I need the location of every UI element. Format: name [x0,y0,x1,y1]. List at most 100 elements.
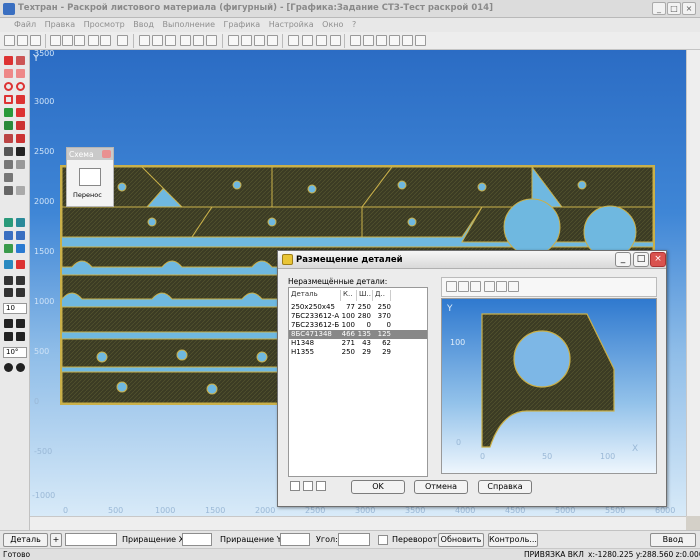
arrow-down-icon[interactable] [16,332,25,341]
open-icon[interactable] [17,35,28,46]
text-a-icon[interactable] [16,147,25,156]
horizontal-scrollbar[interactable] [30,516,686,530]
angle-input[interactable] [338,533,370,546]
circle-2-tool-icon[interactable] [16,82,25,91]
preview-zoom-fit-icon[interactable] [470,281,481,292]
point-tool-icon[interactable] [4,56,13,65]
shape-2-icon[interactable] [16,121,25,130]
detail-add-button[interactable]: + [50,533,62,547]
arrange-icon[interactable] [4,244,13,253]
cut-icon[interactable] [50,35,61,46]
circle-tool-icon[interactable] [4,82,13,91]
point-icon[interactable] [288,35,299,46]
preview-copy-icon[interactable] [484,281,495,292]
arrow-left-icon[interactable] [4,319,13,328]
flip-label[interactable]: Переворот [392,534,437,546]
col-k[interactable]: К.. [341,290,357,301]
menu-file[interactable]: Файл [0,18,39,29]
zoom-in-icon[interactable] [139,35,150,46]
vertical-scrollbar[interactable] [686,50,700,516]
align-top-icon[interactable] [4,288,13,297]
table-row[interactable]: 7БС233612-Б 100 0 0 [289,321,427,330]
menu-edit[interactable]: Правка [42,18,78,29]
col-detail[interactable]: Деталь [289,290,341,301]
menu-run[interactable]: Выполнение [159,18,218,29]
copy-view-icon[interactable] [193,35,204,46]
zoom-out-icon[interactable] [152,35,163,46]
ok-button[interactable]: OK [351,480,405,494]
dialog-close-button[interactable]: × [650,252,666,267]
zoom-window-icon[interactable] [165,35,176,46]
table-row[interactable]: Н1355 250 29 29 [289,348,427,357]
arrange-2-icon[interactable] [16,244,25,253]
fill-tool-icon[interactable] [16,95,25,104]
align-left-icon[interactable] [4,276,13,285]
close-button[interactable]: × [682,2,696,15]
undo-icon[interactable] [4,186,13,195]
menu-window[interactable]: Окно [319,18,346,29]
mark-icon[interactable] [16,134,25,143]
angle-mode-icon[interactable] [316,481,326,491]
detail-select[interactable] [65,533,117,546]
schema-close-icon[interactable] [102,150,111,158]
maximize-button[interactable]: □ [667,2,681,15]
transfer-icon[interactable] [79,168,101,186]
snap-icon[interactable] [316,35,327,46]
copy-icon[interactable] [62,35,73,46]
place-mode-icon[interactable] [303,481,313,491]
paste-icon[interactable] [74,35,85,46]
menu-settings[interactable]: Настройка [266,18,317,29]
axes-icon[interactable] [330,35,341,46]
parallel-line-icon[interactable] [16,69,25,78]
menu-help[interactable]: ? [349,18,359,29]
align-bottom-icon[interactable] [16,288,25,297]
rect-tool-icon[interactable] [4,95,13,104]
flag-icon[interactable] [16,260,25,269]
text-icon[interactable] [363,35,374,46]
enter-button[interactable]: Ввод [650,533,696,547]
update-button[interactable]: Обновить [438,533,484,547]
preview-view-icon[interactable] [508,281,519,292]
contour-2-icon[interactable] [16,108,25,117]
layers-icon[interactable] [180,35,191,46]
increment-y-input[interactable] [280,533,310,546]
text-5-icon[interactable] [415,35,426,46]
text-2-icon[interactable] [376,35,387,46]
menu-view[interactable]: Просмотр [81,18,128,29]
rotate-cw-icon[interactable] [16,363,25,372]
new-icon[interactable] [4,35,15,46]
redo-icon[interactable] [16,186,25,195]
align-right-icon[interactable] [16,276,25,285]
detail-button[interactable]: Деталь [3,533,48,547]
place-icon[interactable] [4,231,13,240]
unplaced-parts-list[interactable]: Деталь К.. Ш.. Д.. 250x250x45 77 250 250 7БС… [288,287,428,477]
points-tool-icon[interactable] [16,56,25,65]
cancel-button[interactable]: Отмена [414,480,468,494]
minimize-button[interactable]: _ [652,2,666,15]
line-tool-icon[interactable] [228,35,239,46]
col-l[interactable]: Д.. [373,290,391,301]
text-4-icon[interactable] [402,35,413,46]
step-select[interactable]: 10 [3,303,27,314]
place-2-icon[interactable] [16,231,25,240]
gear-tool-2-icon[interactable] [16,218,25,227]
shape-icon[interactable] [4,121,13,130]
pin-icon[interactable] [4,147,13,156]
increment-x-input[interactable] [182,533,212,546]
list-mode-icon[interactable] [290,481,300,491]
preview-move-icon[interactable] [496,281,507,292]
dimension-icon[interactable] [4,160,13,169]
sign-icon[interactable] [4,134,13,143]
table-row[interactable]: Н1348 271 43 62 [289,339,427,348]
preview-zoom-out-icon[interactable] [458,281,469,292]
tool-a-icon[interactable] [4,260,13,269]
dialog-maximize-button[interactable]: □ [633,252,649,267]
flip-checkbox[interactable] [378,535,388,545]
calc-icon[interactable] [117,35,128,46]
move-view-icon[interactable] [206,35,217,46]
contour-icon[interactable] [4,108,13,117]
line-draw-icon[interactable] [4,69,13,78]
table-icon[interactable] [4,173,13,182]
dialog-minimize-button[interactable]: _ [615,252,631,267]
line-tool-3-icon[interactable] [254,35,265,46]
